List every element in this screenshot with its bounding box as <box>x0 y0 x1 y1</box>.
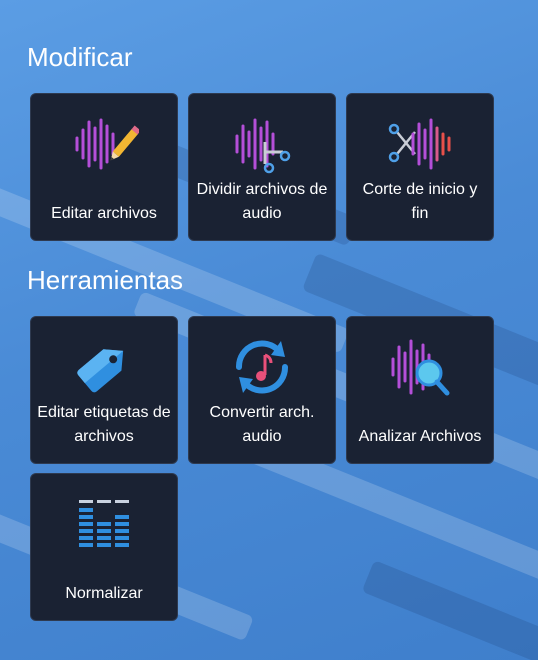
normalize-tile[interactable]: Normalizar <box>30 473 178 621</box>
waveform-magnifier-icon <box>347 335 493 399</box>
waveform-scissors-icon <box>189 112 335 176</box>
section-title-herramientas: Herramientas <box>27 265 184 295</box>
tile-label: Analizar Archivos <box>358 428 482 445</box>
tile-label: Corte de inicio y fin <box>362 181 478 222</box>
equalizer-icon <box>31 492 177 556</box>
convert-music-icon <box>189 335 335 399</box>
trim-start-end-tile[interactable]: Corte de inicio y fin <box>346 93 494 241</box>
convert-audio-tile[interactable]: Convertir arch. audio <box>188 316 336 464</box>
split-audio-tile[interactable]: Dividir archivos de audio <box>188 93 336 241</box>
analyze-files-tile[interactable]: Analizar Archivos <box>346 316 494 464</box>
scissors-waveform-icon <box>347 112 493 176</box>
edit-tags-tile[interactable]: Editar etiquetas de archivos <box>30 316 178 464</box>
tile-label: Normalizar <box>65 585 143 602</box>
edit-files-tile[interactable]: Editar archivos <box>30 93 178 241</box>
waveform-pencil-icon <box>31 112 177 176</box>
tag-icon <box>31 335 177 399</box>
tile-label: Dividir archivos de audio <box>196 181 328 222</box>
tile-label: Editar etiquetas de archivos <box>37 404 171 445</box>
section-title-modificar: Modificar <box>27 42 133 72</box>
tile-label: Editar archivos <box>51 205 157 222</box>
tile-label: Convertir arch. audio <box>209 404 315 445</box>
